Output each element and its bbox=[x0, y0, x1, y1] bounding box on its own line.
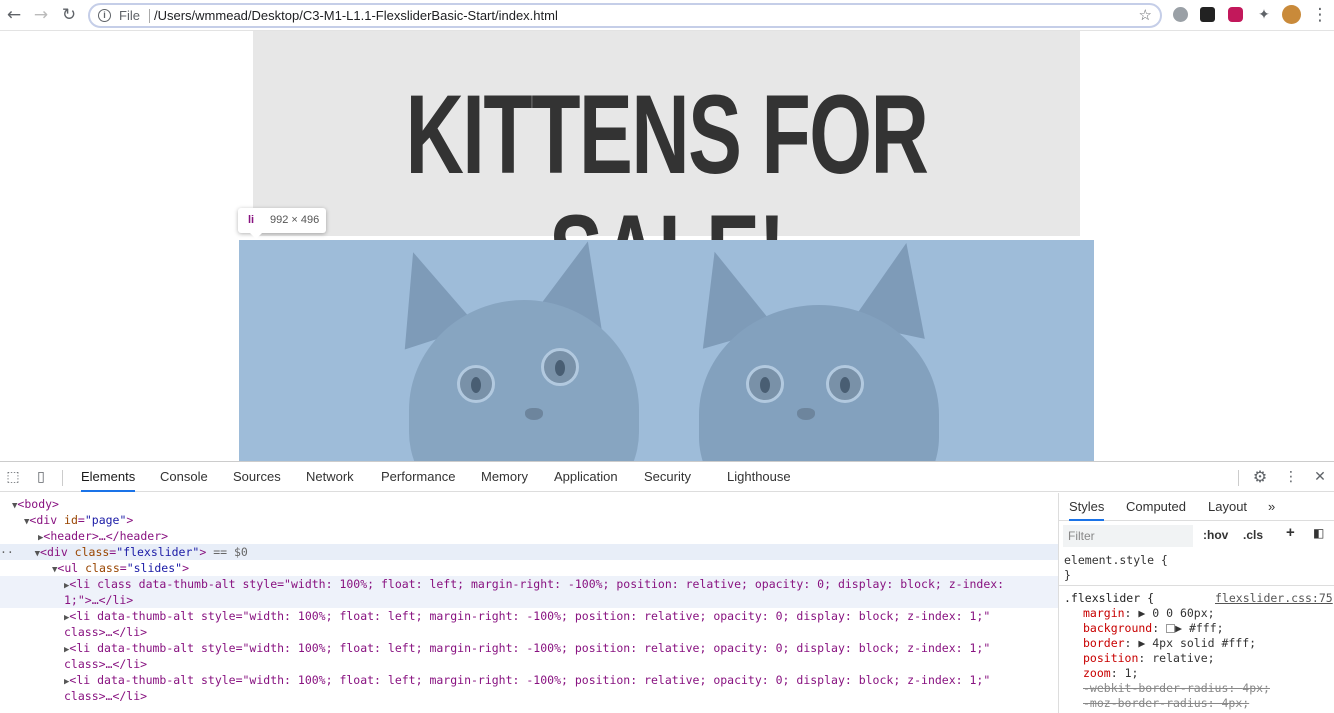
prop-margin[interactable]: margin: ▶ 0 0 60px; bbox=[1083, 606, 1215, 621]
dom-node-body[interactable]: ▼<body> bbox=[0, 496, 1058, 512]
tab-network[interactable]: Network bbox=[306, 462, 354, 492]
element-tooltip: li 992 × 496 bbox=[238, 208, 326, 239]
url-text[interactable]: /Users/wmmead/Desktop/C3-M1-L1.1-Flexsli… bbox=[154, 8, 558, 23]
li-1-cont-text: 1;">…</li> bbox=[64, 593, 134, 607]
gear-icon[interactable]: ⚙ bbox=[1252, 469, 1268, 485]
close-icon[interactable]: ✕ bbox=[1312, 469, 1328, 485]
header-tag: <header>…</header> bbox=[43, 529, 169, 543]
color-swatch[interactable] bbox=[1166, 624, 1176, 633]
div-page-attr: id bbox=[64, 513, 78, 527]
tab-security[interactable]: Security bbox=[644, 462, 691, 492]
li-4-text: <li data-thumb-alt style="width: 100%; f… bbox=[69, 673, 991, 687]
address-bar[interactable]: i File /Users/wmmead/Desktop/C3-M1-L1.1-… bbox=[88, 3, 1162, 28]
tab-memory[interactable]: Memory bbox=[481, 462, 528, 492]
device-toolbar-icon[interactable]: ▯ bbox=[33, 469, 49, 485]
menu-icon[interactable]: ⋮ bbox=[1309, 4, 1331, 26]
ul-attr: class bbox=[85, 561, 120, 575]
devtools-panel: ⬚ ▯ Elements Console Sources Network Per… bbox=[0, 461, 1334, 713]
li-3-text: <li data-thumb-alt style="width: 100%; f… bbox=[69, 641, 991, 655]
cls-button[interactable]: .cls bbox=[1243, 528, 1263, 542]
prop-zoom[interactable]: zoom: 1; bbox=[1083, 666, 1138, 681]
hov-button[interactable]: :hov bbox=[1203, 528, 1228, 542]
styles-tabbar: Styles Computed Layout » bbox=[1059, 493, 1334, 521]
tooltip-dims: 992 × 496 bbox=[270, 214, 320, 226]
tab-sources[interactable]: Sources bbox=[233, 462, 281, 492]
li-1-text: <li class data-thumb-alt style="width: 1… bbox=[69, 577, 1005, 591]
tab-elements[interactable]: Elements bbox=[81, 462, 136, 492]
tab-performance[interactable]: Performance bbox=[381, 462, 455, 492]
divider bbox=[1059, 585, 1334, 586]
tooltip-tag: li bbox=[248, 214, 255, 226]
extension-icon[interactable] bbox=[1173, 7, 1188, 22]
devtools-tabbar: ⬚ ▯ Elements Console Sources Network Per… bbox=[0, 462, 1334, 492]
div-page-val: "page" bbox=[84, 513, 127, 527]
dom-tree[interactable]: ▼<body> ▼<div id="page"> ▶<header>…</hea… bbox=[0, 493, 1058, 713]
site-header: KITTENS FOR SALE! bbox=[253, 31, 1080, 315]
prop-moz-border-radius[interactable]: -moz-border-radius: 4px; bbox=[1083, 696, 1249, 711]
styles-pane: Styles Computed Layout » Filter :hov .cl… bbox=[1058, 493, 1334, 713]
file-label: File bbox=[119, 8, 140, 23]
tab-styles[interactable]: Styles bbox=[1069, 493, 1105, 521]
flexslider-attr: class bbox=[74, 545, 110, 559]
tab-computed[interactable]: Computed bbox=[1126, 493, 1186, 521]
body-tag: <body> bbox=[17, 497, 59, 511]
sidebar-toggle-icon[interactable]: ◧ bbox=[1313, 526, 1324, 540]
tab-lighthouse[interactable]: Lighthouse bbox=[727, 462, 791, 492]
ul-val: "slides" bbox=[126, 561, 183, 575]
divider bbox=[1238, 470, 1239, 486]
prop-position[interactable]: position: relative; bbox=[1083, 651, 1215, 666]
li-2-text: <li data-thumb-alt style="width: 100%; f… bbox=[69, 609, 991, 623]
li-3-cont-text: class>…</li> bbox=[64, 657, 148, 671]
tab-layout[interactable]: Layout bbox=[1208, 493, 1247, 521]
forward-icon[interactable]: → bbox=[30, 4, 52, 26]
flexslider-selector: .flexslider { bbox=[1064, 591, 1155, 605]
li-2-cont-text: class>…</li> bbox=[64, 625, 148, 639]
dom-node-li-1[interactable]: ▶<li class data-thumb-alt style="width: … bbox=[0, 576, 1058, 592]
divider bbox=[62, 470, 63, 486]
dom-node-li-2-cont[interactable]: class>…</li> bbox=[0, 624, 1058, 640]
dom-node-li-2[interactable]: ▶<li data-thumb-alt style="width: 100%; … bbox=[0, 608, 1058, 624]
tab-application[interactable]: Application bbox=[554, 462, 618, 492]
star-icon[interactable]: ☆ bbox=[1139, 6, 1152, 24]
tab-console[interactable]: Console bbox=[160, 462, 208, 492]
inspect-icon[interactable]: ⬚ bbox=[5, 469, 21, 485]
element-style-selector: element.style { bbox=[1064, 553, 1168, 567]
source-link[interactable]: flexslider.css:75 bbox=[1215, 591, 1333, 606]
dom-node-li-3-cont[interactable]: class>…</li> bbox=[0, 656, 1058, 672]
dom-node-li-4[interactable]: ▶<li data-thumb-alt style="width: 100%; … bbox=[0, 672, 1058, 688]
element-highlight bbox=[239, 240, 1094, 461]
dom-node-flexslider[interactable]: ·· ▼<div class="flexslider"> == $0 bbox=[0, 544, 1058, 560]
page-viewport: KITTENS FOR SALE! li 992 × 496 bbox=[0, 31, 1334, 461]
styles-filter-input[interactable]: Filter bbox=[1063, 525, 1193, 547]
prop-border[interactable]: border: ▶ 4px solid #fff; bbox=[1083, 636, 1256, 651]
add-rule-icon[interactable]: + bbox=[1286, 524, 1295, 541]
slide-image bbox=[239, 240, 1094, 461]
back-icon[interactable]: ← bbox=[3, 4, 25, 26]
url-separator bbox=[149, 9, 150, 23]
flexslider-val: "flexslider" bbox=[116, 545, 200, 559]
dom-node-slides[interactable]: ▼<ul class="slides"> bbox=[0, 560, 1058, 576]
selected-marker: == $0 bbox=[213, 545, 248, 559]
extension-color-icon[interactable] bbox=[1228, 7, 1243, 22]
notion-icon[interactable] bbox=[1200, 7, 1215, 22]
dom-node-li-1-cont[interactable]: 1;">…</li> bbox=[0, 592, 1058, 608]
div-page-open: <div bbox=[29, 513, 65, 527]
prop-background[interactable]: background: ▶ #fff; bbox=[1083, 621, 1224, 636]
dom-node-header[interactable]: ▶<header>…</header> bbox=[0, 528, 1058, 544]
prop-webkit-border-radius[interactable]: -webkit-border-radius: 4px; bbox=[1083, 681, 1270, 696]
dom-node-li-4-cont[interactable]: class>…</li> bbox=[0, 688, 1058, 704]
avatar[interactable] bbox=[1282, 5, 1301, 24]
puzzle-icon[interactable]: ✦ bbox=[1253, 4, 1275, 26]
browser-toolbar: ← → ↻ i File /Users/wmmead/Desktop/C3-M1… bbox=[0, 0, 1334, 31]
more-icon[interactable]: ⋮ bbox=[1283, 469, 1299, 485]
li-4-cont-text: class>…</li> bbox=[64, 689, 148, 703]
info-icon[interactable]: i bbox=[98, 9, 111, 22]
dom-node-li-3[interactable]: ▶<li data-thumb-alt style="width: 100%; … bbox=[0, 640, 1058, 656]
reload-icon[interactable]: ↻ bbox=[58, 4, 80, 26]
more-tabs-icon[interactable]: » bbox=[1268, 493, 1275, 521]
dom-node-page[interactable]: ▼<div id="page"> bbox=[0, 512, 1058, 528]
element-style-close: } bbox=[1064, 568, 1071, 582]
